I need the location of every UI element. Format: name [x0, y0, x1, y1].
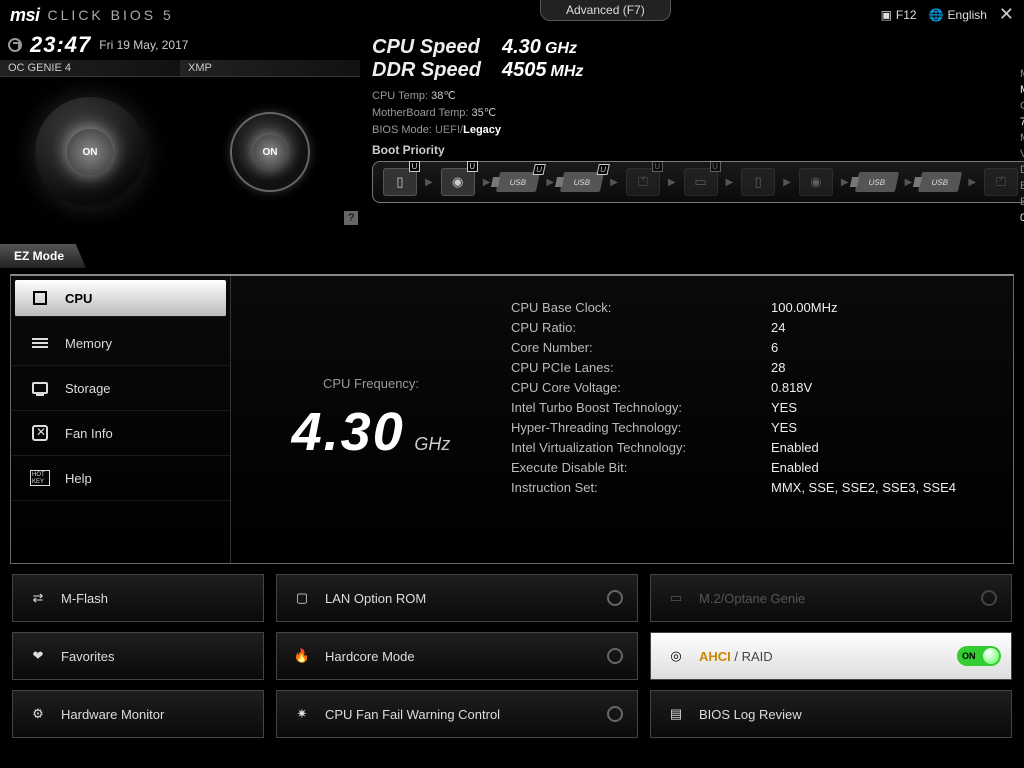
boot-device-card[interactable]: ▭U	[684, 168, 718, 196]
boot-priority-strip[interactable]: ▯U▶ ◉U▶ USBU▶ USBU▶ ⏍U▶ ▭U▶ ▯▶ ◉▶ USB▶ U…	[372, 161, 1024, 203]
radio-off-icon	[981, 590, 997, 606]
hardware-monitor-button[interactable]: ⚙ Hardware Monitor	[12, 690, 264, 738]
cpu-frequency-value: 4.30	[292, 402, 405, 462]
boot-device-usbkey[interactable]: ⏍	[984, 168, 1018, 196]
mflash-button[interactable]: ⇄ M-Flash	[12, 574, 264, 622]
clock: 23:47 Fri 19 May, 2017	[0, 30, 360, 60]
cpu-frequency-display: CPU Frequency: 4.30 GHz	[231, 276, 511, 563]
memory-icon	[29, 335, 51, 351]
fan-icon	[29, 425, 51, 441]
info-row: Core Number:6	[511, 338, 993, 358]
flame-icon: 🔥	[291, 645, 313, 667]
nav-fan-info[interactable]: Fan Info	[11, 411, 230, 456]
help-icon[interactable]: ?	[344, 211, 358, 225]
bios-log-review-button[interactable]: ▤ BIOS Log Review	[650, 690, 1012, 738]
nav-cpu[interactable]: CPU	[15, 280, 226, 317]
radio-off-icon	[607, 706, 623, 722]
category-nav: CPU Memory Storage Fan Info HOTKEY Help	[11, 276, 231, 563]
hdd-icon: ▯	[755, 174, 762, 190]
language-selector[interactable]: 🌐 English	[929, 8, 987, 22]
info-row: Intel Virtualization Technology:Enabled	[511, 438, 993, 458]
globe-icon: 🌐	[929, 8, 944, 22]
cpu-info-table: CPU Base Clock:100.00MHzCPU Ratio:24Core…	[511, 276, 1013, 563]
nav-storage[interactable]: Storage	[11, 366, 230, 411]
clock-date: Fri 19 May, 2017	[99, 38, 188, 52]
info-row: CPU Base Clock:100.00MHz	[511, 298, 993, 318]
hotkey-icon: HOTKEY	[29, 470, 51, 486]
advanced-mode-tab[interactable]: Advanced (F7)	[540, 0, 671, 21]
fan-warn-icon: ✷	[291, 703, 313, 725]
ddr-speed-value: 4505	[502, 59, 547, 82]
monitor-icon: ⚙	[27, 703, 49, 725]
cpu-temp: 38℃	[431, 90, 456, 102]
boot-priority-label: Boot Priority	[372, 143, 1024, 157]
info-row: Hyper-Threading Technology:YES	[511, 418, 993, 438]
m2-icon: ▭	[665, 587, 687, 609]
m2-optane-toggle[interactable]: ▭ M.2/Optane Genie	[650, 574, 1012, 622]
close-icon[interactable]: ✕	[999, 4, 1014, 25]
boot-device-hdd[interactable]: ▯	[741, 168, 775, 196]
oc-genie-knob[interactable]: ON	[35, 97, 145, 207]
nav-memory[interactable]: Memory	[11, 321, 230, 366]
boot-device-hdd[interactable]: ▯U	[383, 168, 417, 196]
bios-mode: Legacy	[463, 124, 501, 136]
boot-device-usbkey[interactable]: ⏍U	[626, 168, 660, 196]
log-icon: ▤	[665, 703, 687, 725]
hdd-icon: ▯	[396, 174, 403, 190]
ez-mode-tab[interactable]: EZ Mode	[0, 244, 86, 268]
storage-icon	[29, 380, 51, 396]
boot-device-cd[interactable]: ◉U	[441, 168, 475, 196]
clock-icon	[8, 38, 22, 52]
cpu-fan-fail-toggle[interactable]: ✷ CPU Fan Fail Warning Control	[276, 690, 638, 738]
product-name: CLICK BIOS 5	[48, 7, 174, 23]
top-bar: msi CLICK BIOS 5 Advanced (F7) ▣ F12 🌐 E…	[0, 0, 1024, 30]
boot-device-usb[interactable]: USB	[918, 172, 962, 192]
xmp-knob[interactable]: ON	[230, 112, 310, 192]
info-row: CPU PCIe Lanes:28	[511, 358, 993, 378]
card-icon: ▭	[694, 174, 706, 190]
boot-device-cd[interactable]: ◉	[799, 168, 833, 196]
system-info: MB: MSI X299 MOTHERBOARD CPU: Intel(R) C…	[1020, 66, 1024, 226]
info-row: CPU Ratio:24	[511, 318, 993, 338]
radio-off-icon	[607, 648, 623, 664]
boot-device-usb[interactable]: USB	[854, 172, 898, 192]
ddr-speed-label: DDR Speed	[372, 59, 502, 82]
ahci-raid-toggle[interactable]: ◎ AHCI / RAID ON	[650, 632, 1012, 680]
cpu-speed-label: CPU Speed	[372, 36, 502, 59]
mb-temp: 35℃	[471, 107, 496, 119]
boot-device-usb[interactable]: USBU	[496, 172, 540, 192]
nav-help[interactable]: HOTKEY Help	[11, 456, 230, 501]
info-row: CPU Core Voltage:0.818V	[511, 378, 993, 398]
cd-icon: ◉	[810, 174, 821, 190]
info-row: Intel Turbo Boost Technology:YES	[511, 398, 993, 418]
boot-device-usb[interactable]: USBU	[560, 172, 604, 192]
lan-option-rom-toggle[interactable]: ▢ LAN Option ROM	[276, 574, 638, 622]
hardcore-mode-toggle[interactable]: 🔥 Hardcore Mode	[276, 632, 638, 680]
cd-icon: ◉	[452, 174, 463, 190]
oc-genie-label: OC GENIE 4	[0, 60, 180, 77]
msi-logo: msi	[10, 5, 40, 26]
camera-icon: ▣	[881, 8, 892, 22]
cpu-speed-value: 4.30	[502, 36, 541, 59]
usbkey-icon: ⏍	[638, 174, 648, 190]
flash-icon: ⇄	[27, 587, 49, 609]
radio-off-icon	[607, 590, 623, 606]
drive-icon: ◎	[665, 645, 687, 667]
cpu-icon	[29, 290, 51, 306]
screenshot-button[interactable]: ▣ F12	[881, 8, 917, 22]
clock-time: 23:47	[30, 32, 91, 58]
usbkey-icon: ⏍	[996, 174, 1006, 190]
xmp-label: XMP	[180, 60, 360, 77]
lan-icon: ▢	[291, 587, 313, 609]
info-row: Execute Disable Bit:Enabled	[511, 458, 993, 478]
favorites-button[interactable]: ❤ Favorites	[12, 632, 264, 680]
toggle-on-icon: ON	[957, 646, 1001, 666]
info-row: Instruction Set:MMX, SSE, SSE2, SSE3, SS…	[511, 478, 993, 498]
heart-icon: ❤	[27, 645, 49, 667]
